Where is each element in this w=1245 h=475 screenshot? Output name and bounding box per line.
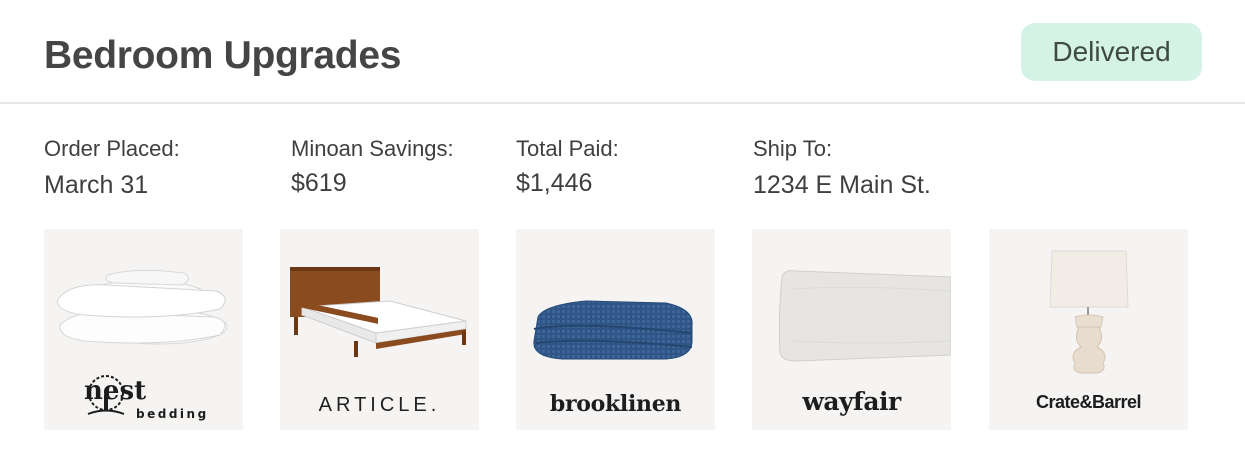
brand-logo-wayfair: wayfair	[802, 387, 901, 416]
status-badge: Delivered	[1021, 23, 1202, 81]
brand-logo-article: ARTICLE.	[318, 394, 441, 416]
header-divider	[0, 102, 1245, 104]
product-card-blanket[interactable]: brooklinen	[516, 229, 715, 430]
brand-logo-crate-barrel: Crate&Barrel	[1035, 392, 1142, 412]
brand-logo-brooklinen: brooklinen	[549, 391, 682, 417]
ship-to-label: Ship To:	[753, 136, 833, 161]
savings-label: Minoan Savings:	[291, 136, 454, 161]
product-card-bed[interactable]: ARTICLE.	[280, 229, 479, 430]
savings-value: $619	[291, 169, 347, 197]
order-title: Bedroom Upgrades	[44, 34, 402, 77]
total-paid-field: Total Paid: $1,446	[516, 136, 619, 198]
order-placed-label: Order Placed:	[44, 136, 180, 161]
brand-logo-nest-sub: bedding	[136, 407, 209, 421]
brand-logo-nest: nest	[84, 376, 147, 406]
product-card-lamp[interactable]: Crate&Barrel	[989, 229, 1188, 430]
total-paid-label: Total Paid:	[516, 136, 619, 161]
ship-to-value: 1234 E Main St.	[753, 171, 931, 199]
savings-field: Minoan Savings: $619	[291, 136, 454, 198]
order-placed-field: Order Placed: March 31	[44, 136, 180, 200]
order-placed-value: March 31	[44, 171, 149, 199]
product-card-pillows[interactable]: nest bedding	[44, 229, 243, 430]
product-card-body-pillow[interactable]: wayfair	[752, 229, 951, 430]
total-paid-value: $1,446	[516, 169, 593, 197]
ship-to-field: Ship To: 1234 E Main St.	[753, 136, 931, 200]
